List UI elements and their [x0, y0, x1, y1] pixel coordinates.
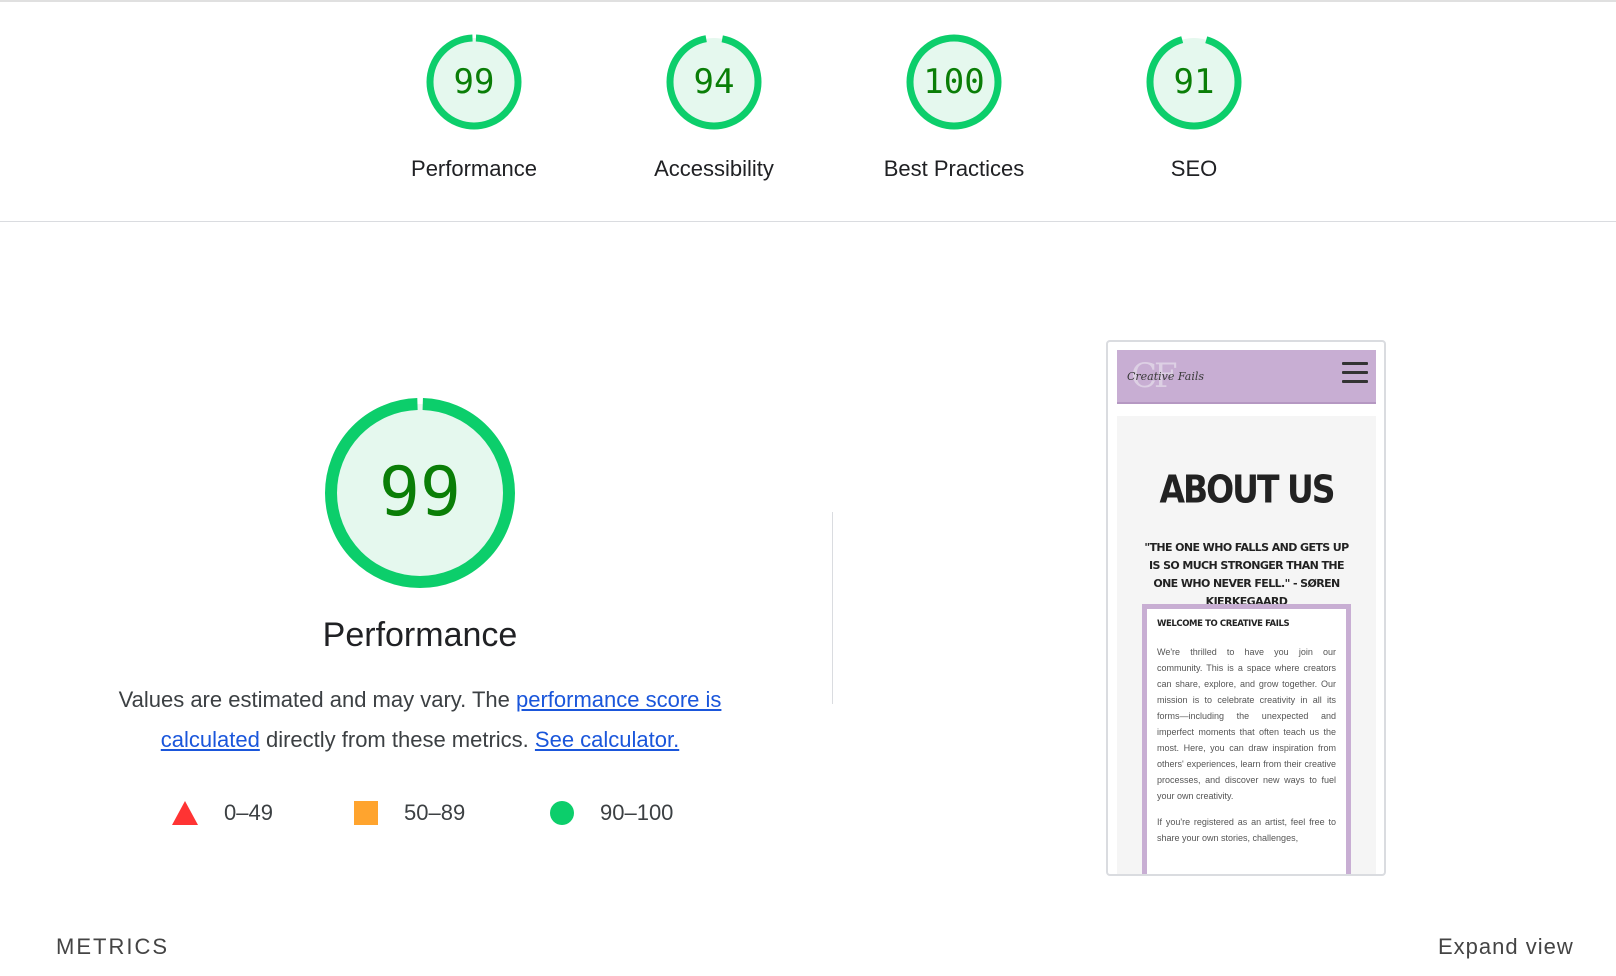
card-body-continued: If you're registered as an artist, feel … [1157, 817, 1336, 843]
gauge-performance[interactable]: 99 Performance [374, 32, 574, 182]
site-navbar: CF Creative Fails [1117, 350, 1376, 404]
legend-fail: 0–49 [172, 800, 273, 826]
legend-range: 50–89 [404, 800, 466, 825]
site-logo-script: Creative Fails [1127, 370, 1205, 383]
legend-average: 50–89 [354, 800, 465, 826]
circle-icon [550, 801, 574, 825]
triangle-icon [172, 801, 198, 825]
card-title: WELCOME TO CREATIVE FAILS [1157, 619, 1290, 629]
final-screenshot[interactable]: CF Creative Fails ABOUT US "THE ONE WHO … [1106, 340, 1386, 876]
site-content: ABOUT US "THE ONE WHO FALLS AND GETS UP … [1117, 416, 1376, 874]
about-quote: "THE ONE WHO FALLS AND GETS UP IS SO MUC… [1144, 541, 1349, 608]
gauge-best-practices[interactable]: 100 Best Practices [854, 32, 1054, 182]
menu-icon [1342, 362, 1368, 388]
performance-gauge-large: 99 [320, 393, 520, 593]
expand-view-toggle[interactable]: Expand view [1438, 934, 1574, 960]
description-text: Values are estimated and may vary. The [118, 687, 516, 712]
gauge-label: Best Practices [883, 156, 1025, 181]
score-ring: 100 [904, 32, 1004, 132]
legend-pass: 90–100 [550, 800, 673, 826]
description-text: directly from these metrics. [259, 727, 535, 752]
square-icon [354, 801, 378, 825]
gauge-accessibility[interactable]: 94 Accessibility [614, 32, 814, 182]
gauge-score: 100 [923, 62, 985, 102]
score-ring: 91 [1144, 32, 1244, 132]
metrics-heading: METRICS [56, 934, 169, 959]
category-gauges: 99 Performance 94 Accessibility 100 Best… [0, 2, 1616, 222]
legend-range: 0–49 [224, 800, 273, 825]
card-body: We're thrilled to have you join our comm… [1157, 647, 1336, 801]
about-heading: ABOUT US [1159, 467, 1335, 512]
gauge-score: 94 [693, 62, 735, 102]
gauge-score: 91 [1173, 62, 1215, 102]
gauge-label: Accessibility [654, 156, 774, 181]
gauge-score: 99 [453, 62, 495, 102]
welcome-card: WELCOME TO CREATIVE FAILS We're thrilled… [1142, 604, 1351, 874]
score-ring: 99 [424, 32, 524, 132]
gauge-label: SEO [1170, 156, 1218, 181]
vertical-divider [832, 512, 833, 704]
legend-range: 90–100 [600, 800, 674, 825]
performance-title: Performance [322, 616, 518, 654]
performance-description: Values are estimated and may vary. The p… [80, 680, 760, 760]
see-calculator-link[interactable]: See calculator. [535, 727, 679, 752]
gauge-seo[interactable]: 91 SEO [1094, 32, 1294, 182]
score-ring: 94 [664, 32, 764, 132]
gauge-label: Performance [411, 156, 537, 181]
performance-score: 99 [379, 453, 461, 532]
